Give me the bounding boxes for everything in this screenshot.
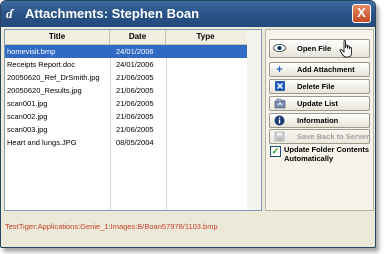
folder-update-icon <box>273 98 286 110</box>
column-header-type[interactable]: Type <box>166 30 245 44</box>
mouse-cursor-icon <box>339 40 352 58</box>
update-folder-checkbox[interactable]: ✓ <box>270 146 281 157</box>
list-item-date: 21/06/2005 <box>116 112 154 121</box>
file-path-status: TestTiger:Applications:Genie_1:Images:B/… <box>5 222 218 231</box>
list-item-date: 08/05/2004 <box>116 138 154 147</box>
information-label: Information <box>297 116 339 125</box>
delete-file-button[interactable]: Delete File <box>269 79 370 94</box>
plus-icon: + <box>276 64 283 76</box>
column-header-title[interactable]: Title <box>5 30 110 44</box>
open-file-label: Open File <box>297 44 332 53</box>
add-attachment-button[interactable]: + Add Attachment <box>269 62 370 77</box>
delete-x-icon <box>273 81 286 93</box>
window-title: Attachments: Stephen Boan <box>25 6 200 21</box>
attachments-window: ɗ Attachments: Stephen Boan X Title Date… <box>0 0 376 248</box>
list-item-title: homevisit.bmp <box>7 47 56 56</box>
list-item-title: Receipts Report.doc <box>7 60 75 69</box>
list-item-title: 20050620_Results.jpg <box>7 86 82 95</box>
add-attachment-label: Add Attachment <box>297 65 355 74</box>
list-item-date: 24/01/2006 <box>116 47 154 56</box>
list-item-date: 21/06/2005 <box>116 125 154 134</box>
save-back-to-server-button[interactable]: Save Back to Server <box>269 129 370 144</box>
vertical-scrollbar[interactable] <box>247 30 261 210</box>
list-item[interactable]: Heart and lungs.JPG 08/05/2004 <box>5 136 261 149</box>
actions-panel: Open File + Add Attachment Delete File U… <box>265 29 374 211</box>
close-button[interactable]: X <box>352 4 371 23</box>
list-item[interactable]: 20050620_Ref_DrSmith.jpg 21/06/2005 <box>5 71 261 84</box>
column-header-date[interactable]: Date <box>110 30 166 44</box>
title-bar[interactable]: ɗ Attachments: Stephen Boan X <box>1 1 375 27</box>
list-header: Title Date Type <box>5 30 261 45</box>
attachments-list[interactable]: Title Date Type homevisit.bmp 24/01/2006 R… <box>4 29 262 211</box>
update-folder-option[interactable]: ✓ Update Folder Contents Automatically <box>270 145 372 168</box>
list-item-date: 21/06/2005 <box>116 73 154 82</box>
update-list-label: Update List <box>297 99 338 108</box>
save-server-icon <box>273 131 286 143</box>
update-folder-label: Update Folder Contents Automatically <box>284 145 370 163</box>
genie-logo-icon: ɗ <box>6 6 13 21</box>
list-rows: homevisit.bmp 24/01/2006 Receipts Report.d… <box>5 45 261 149</box>
list-item-title: Heart and lungs.JPG <box>7 138 77 147</box>
open-file-button[interactable]: Open File <box>269 39 370 58</box>
save-back-label: Save Back to Server <box>297 132 370 141</box>
delete-file-label: Delete File <box>297 82 335 91</box>
list-item-date: 24/01/2006 <box>116 60 154 69</box>
list-item-title: scan001.jpg <box>7 99 48 108</box>
list-item-title: scan003.jpg <box>7 125 48 134</box>
list-item-title: 20050620_Ref_DrSmith.jpg <box>7 73 100 82</box>
list-item-date: 21/06/2005 <box>116 86 154 95</box>
list-item[interactable]: scan001.jpg 21/06/2005 <box>5 97 261 110</box>
list-item[interactable]: scan002.jpg 21/06/2005 <box>5 110 261 123</box>
list-item[interactable]: homevisit.bmp 24/01/2006 <box>5 45 261 58</box>
list-item[interactable]: scan003.jpg 21/06/2005 <box>5 123 261 136</box>
update-list-button[interactable]: Update List <box>269 96 370 111</box>
information-button[interactable]: Information <box>269 113 370 128</box>
info-icon <box>273 115 286 127</box>
list-item[interactable]: 20050620_Results.jpg 21/06/2005 <box>5 84 261 97</box>
list-item[interactable]: Receipts Report.doc 24/01/2006 <box>5 58 261 71</box>
eye-icon <box>273 43 286 55</box>
list-item-date: 21/06/2005 <box>116 99 154 108</box>
list-item-title: scan002.jpg <box>7 112 48 121</box>
